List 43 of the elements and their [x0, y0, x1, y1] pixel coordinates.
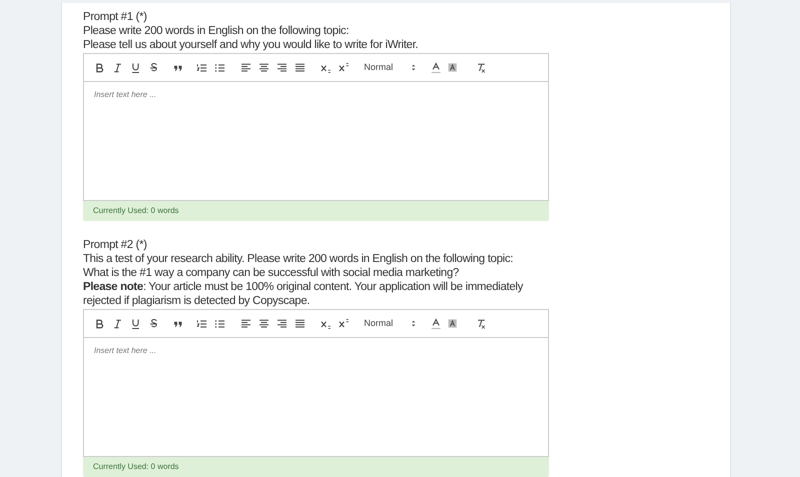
clear-format-icon[interactable] [475, 62, 487, 74]
prompt-title: Prompt #1 (*) [83, 10, 148, 24]
align-right-icon[interactable] [276, 318, 288, 330]
bold-icon[interactable] [94, 62, 106, 74]
clear-format-icon[interactable] [475, 318, 487, 330]
text-input-area[interactable]: Insert text here ... [84, 338, 548, 456]
updown-caret-icon[interactable] [409, 63, 418, 72]
bold-icon[interactable] [94, 318, 106, 330]
superscript-icon[interactable] [338, 62, 350, 74]
strikethrough-icon[interactable] [148, 318, 160, 330]
background-color-icon[interactable] [447, 318, 458, 329]
bullet-list-icon[interactable] [214, 318, 226, 330]
prompt-text: Please tell us about yourself and why you would like to write for iWriter. [83, 38, 420, 52]
prompt-title: Prompt #2 (*) [83, 238, 148, 252]
align-left-icon[interactable] [240, 62, 252, 74]
italic-icon[interactable] [112, 318, 124, 330]
text-input-area[interactable]: Insert text here ... [84, 82, 548, 200]
align-right-icon[interactable] [276, 62, 288, 74]
align-left-icon[interactable] [240, 318, 252, 330]
word-count-bar: Currently Used: 0 words [83, 457, 549, 477]
underline-icon[interactable] [130, 318, 142, 330]
header-picker[interactable]: Normal [364, 316, 420, 330]
word-count-bar: Currently Used: 0 words [83, 201, 549, 221]
prompt-text: Please write 200 words in English on the following topic: [83, 24, 350, 38]
prompt-text: Please note: Your article must be 100% original content. Your application will be immediately rejected if plagiarism is detected by Copyscape. [83, 280, 524, 308]
prompt-text: This a test of your research ability. Please write 200 words in English on the following topic: [83, 252, 514, 266]
align-center-icon[interactable] [258, 62, 270, 74]
italic-icon[interactable] [112, 62, 124, 74]
ordered-list-icon[interactable] [196, 318, 208, 330]
bullet-list-icon[interactable] [214, 62, 226, 74]
underline-icon[interactable] [130, 62, 142, 74]
background-color-icon[interactable] [447, 62, 458, 73]
header-picker[interactable]: Normal [364, 60, 420, 74]
text-color-icon[interactable] [430, 62, 442, 74]
prompt-text: What is the #1 way a company can be successful with social media marketing? [83, 266, 460, 280]
justify-icon[interactable] [294, 62, 306, 74]
text-color-icon[interactable] [430, 318, 442, 330]
superscript-icon[interactable] [338, 318, 350, 330]
align-center-icon[interactable] [258, 318, 270, 330]
justify-icon[interactable] [294, 318, 306, 330]
updown-caret-icon[interactable] [409, 319, 418, 328]
ordered-list-icon[interactable] [196, 62, 208, 74]
strikethrough-icon[interactable] [148, 62, 160, 74]
